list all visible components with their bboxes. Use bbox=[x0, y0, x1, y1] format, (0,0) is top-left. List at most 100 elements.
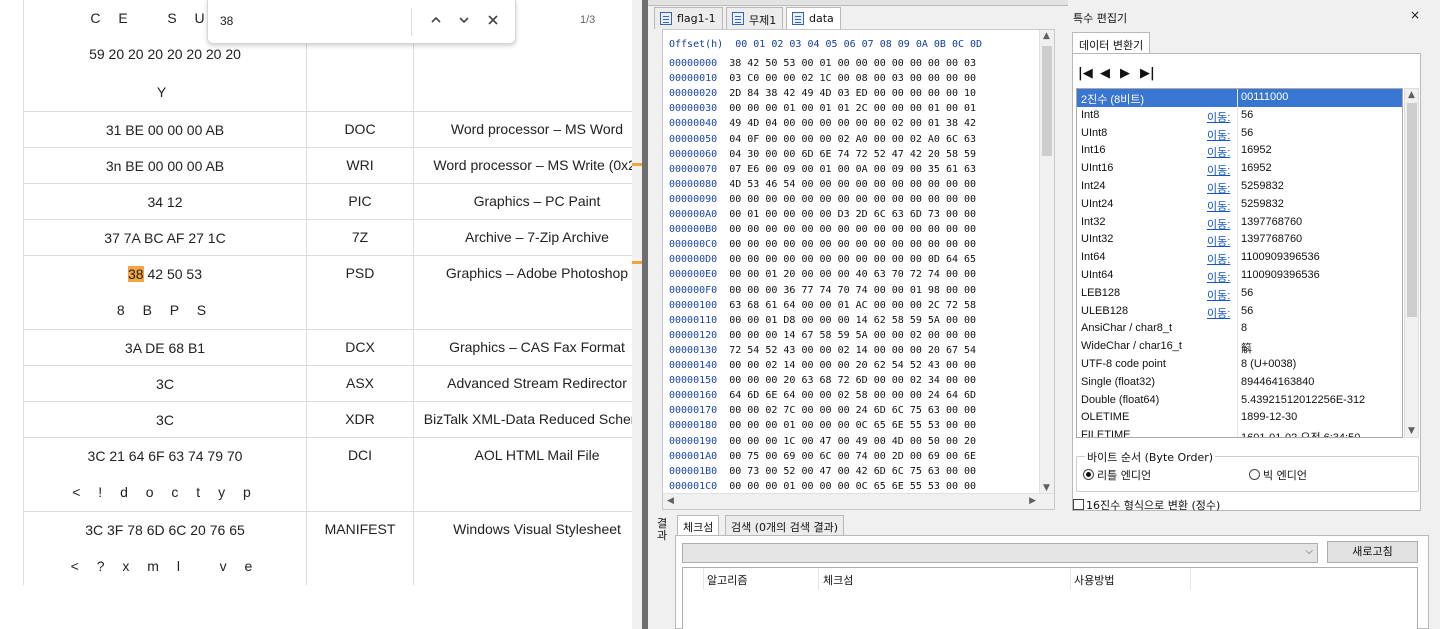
hex-bytes[interactable]: 00 00 00 00 00 00 00 00 00 00 00 00 00 0… bbox=[729, 239, 976, 250]
scroll-right-icon[interactable]: ▶ bbox=[1029, 496, 1036, 506]
tab-flag1-1[interactable]: flag1-1 bbox=[654, 7, 723, 29]
find-close-button[interactable] bbox=[482, 10, 504, 32]
first-icon[interactable]: |◀ bbox=[1078, 66, 1093, 81]
scroll-down-icon[interactable]: ▼ bbox=[1043, 483, 1050, 493]
column-header-checksum[interactable]: 체크섬 bbox=[823, 572, 853, 588]
inspector-row[interactable]: UInt32 이동: 1397768760 bbox=[1077, 231, 1402, 250]
tab-checksum[interactable]: 체크섬 bbox=[677, 515, 720, 536]
hex-bytes[interactable]: 00 00 00 20 63 68 72 6D 00 00 02 34 00 0… bbox=[729, 375, 976, 386]
inspector-row[interactable]: OLETIME 1899-12-30 bbox=[1077, 409, 1402, 428]
column-header-algorithm[interactable]: 알고리즘 bbox=[707, 572, 747, 588]
hex-bytes[interactable]: 38 42 50 53 00 01 00 00 00 00 00 00 00 0… bbox=[729, 58, 976, 69]
hex-bytes[interactable]: 04 0F 00 00 00 00 02 A0 00 00 02 A0 6C 6… bbox=[729, 134, 976, 145]
goto-link[interactable]: 이동: bbox=[1207, 198, 1230, 214]
checksum-select[interactable]: ⌵ bbox=[682, 543, 1318, 563]
hex-bytes[interactable]: 49 4D 04 00 00 00 00 00 00 02 00 01 38 4… bbox=[729, 118, 976, 129]
hex-bytes[interactable]: 00 00 00 01 00 00 00 0C 65 6E 55 53 00 0… bbox=[729, 420, 976, 431]
hex-bytes[interactable]: 04 30 00 00 6D 6E 74 72 52 47 42 20 58 5… bbox=[729, 149, 976, 160]
scroll-thumb[interactable] bbox=[1042, 46, 1052, 156]
goto-link[interactable]: 이동: bbox=[1207, 251, 1230, 267]
scroll-thumb[interactable] bbox=[1407, 103, 1417, 317]
hex-bytes[interactable]: 00 00 01 20 00 00 00 40 63 70 72 74 00 0… bbox=[729, 269, 976, 280]
hex-bytes[interactable]: 00 00 02 7C 00 00 00 24 6D 6C 75 63 00 0… bbox=[729, 405, 976, 416]
find-previous-button[interactable] bbox=[425, 10, 447, 32]
little-endian-radio[interactable]: 리틀 엔디언 bbox=[1083, 467, 1151, 483]
hex-bytes[interactable]: 00 75 00 69 00 6C 00 74 00 2D 00 69 00 6… bbox=[729, 451, 976, 462]
hex-bytes[interactable]: 00 00 00 00 00 00 00 00 00 00 00 00 00 0… bbox=[729, 194, 976, 205]
checksum-list[interactable]: 알고리즘 체크섬 사용방법 bbox=[682, 567, 1418, 629]
hex-bytes[interactable]: 63 68 61 64 00 00 01 AC 00 00 00 2C 72 5… bbox=[729, 300, 976, 311]
inspector-row[interactable]: UInt16 이동: 16952 bbox=[1077, 160, 1402, 179]
hex-view[interactable]: Offset(h) 00 01 02 03 04 05 06 07 08 09 … bbox=[662, 29, 1055, 510]
inspector-row[interactable]: UInt8 이동: 56 bbox=[1077, 124, 1402, 143]
big-endian-radio[interactable]: 빅 엔디언 bbox=[1249, 467, 1307, 483]
hex-bytes[interactable]: 00 00 00 00 00 00 00 00 00 00 00 0D 64 6… bbox=[729, 254, 976, 265]
hex-bytes[interactable]: 72 54 52 43 00 00 02 14 00 00 00 20 67 5… bbox=[729, 345, 976, 356]
panel-close-button[interactable]: × bbox=[1410, 8, 1420, 22]
goto-link[interactable]: 이동: bbox=[1207, 109, 1230, 125]
inspector-row[interactable]: Int16 이동: 16952 bbox=[1077, 142, 1402, 161]
hex-bytes[interactable]: 00 73 00 52 00 47 00 42 6D 6C 75 63 00 0… bbox=[729, 466, 976, 477]
find-input[interactable] bbox=[220, 12, 360, 30]
inspector-row[interactable]: Single (float32) 894464163840 bbox=[1077, 373, 1402, 392]
close-icon bbox=[488, 15, 498, 25]
hex-bytes[interactable]: 4D 53 46 54 00 00 00 00 00 00 00 00 00 0… bbox=[729, 179, 976, 190]
column-header-usage[interactable]: 사용방법 bbox=[1074, 572, 1114, 588]
hex-bytes[interactable]: 00 00 02 14 00 00 00 20 62 54 52 43 00 0… bbox=[729, 360, 976, 371]
goto-link[interactable]: 이동: bbox=[1207, 233, 1230, 249]
refresh-button[interactable]: 새로고침 bbox=[1327, 541, 1418, 563]
hex-bytes[interactable]: 00 00 00 14 67 58 59 5A 00 00 02 00 00 0… bbox=[729, 330, 976, 341]
previous-icon[interactable]: ◀ bbox=[1100, 66, 1110, 81]
goto-link[interactable]: 이동: bbox=[1207, 180, 1230, 196]
grid-scrollbar[interactable]: ▲ ▼ bbox=[1404, 88, 1419, 438]
scroll-down-icon[interactable]: ▼ bbox=[1408, 426, 1415, 436]
hex-bytes[interactable]: 07 E6 00 09 00 01 00 0A 00 09 00 35 61 6… bbox=[729, 164, 976, 175]
goto-link[interactable]: 이동: bbox=[1207, 305, 1230, 321]
inspector-row[interactable]: Int8 이동: 56 bbox=[1077, 106, 1402, 125]
hex-bytes[interactable]: 00 00 00 1C 00 47 00 49 00 4D 00 50 00 2… bbox=[729, 436, 976, 447]
inspector-row[interactable]: UTF-8 code point 8 (U+0038) bbox=[1077, 356, 1402, 374]
scroll-left-icon[interactable]: ◀ bbox=[667, 496, 674, 506]
hex-bytes[interactable]: 00 00 00 36 77 74 70 74 00 00 01 98 00 0… bbox=[729, 285, 976, 296]
goto-link[interactable]: 이동: bbox=[1207, 162, 1230, 178]
goto-link[interactable]: 이동: bbox=[1207, 216, 1230, 232]
inspector-row[interactable]: Int32 이동: 1397768760 bbox=[1077, 213, 1402, 232]
inspector-row[interactable]: 2진수 (8비트) 00111000 bbox=[1077, 89, 1402, 107]
inspector-row[interactable]: Int24 이동: 5259832 bbox=[1077, 178, 1402, 196]
inspector-row[interactable]: AnsiChar / char8_t 8 bbox=[1077, 320, 1402, 339]
inspector-row[interactable]: Double (float64) 5.43921512012256E-312 bbox=[1077, 391, 1402, 410]
find-next-button[interactable] bbox=[453, 10, 475, 32]
hex-bytes[interactable]: 03 C0 00 00 02 1C 00 08 00 03 00 00 00 0… bbox=[729, 73, 976, 84]
search-highlight: 38 bbox=[128, 266, 144, 282]
goto-link[interactable]: 이동: bbox=[1207, 127, 1230, 143]
inspector-row[interactable]: Int64 이동: 1100909396536 bbox=[1077, 249, 1402, 268]
page-scrollbar[interactable] bbox=[632, 0, 642, 629]
inspector-row[interactable]: LEB128 이동: 56 bbox=[1077, 284, 1402, 303]
last-icon[interactable]: ▶| bbox=[1140, 66, 1155, 81]
hex-vertical-scrollbar[interactable]: ▲ ▼ bbox=[1039, 30, 1054, 494]
inspector-row[interactable]: ULEB128 이동: 56 bbox=[1077, 302, 1402, 321]
hex-horizontal-scrollbar[interactable]: ◀ ▶ bbox=[663, 493, 1054, 509]
hex-bytes[interactable]: 00 00 00 01 00 00 00 0C 65 6E 55 53 00 0… bbox=[729, 481, 976, 492]
goto-link[interactable]: 이동: bbox=[1207, 269, 1230, 285]
hex-format-checkbox[interactable]: 16진수 형식으로 변환 (정수) bbox=[1073, 497, 1220, 513]
goto-link[interactable]: 이동: bbox=[1207, 287, 1230, 303]
inspector-row[interactable]: WideChar / char16_t 䈸 bbox=[1077, 338, 1402, 357]
tab-search[interactable]: 검색 (0개의 검색 결과) bbox=[725, 515, 845, 536]
tab-data[interactable]: data bbox=[786, 7, 841, 30]
hex-bytes[interactable]: 00 00 01 D8 00 00 00 14 62 58 59 5A 00 0… bbox=[729, 315, 976, 326]
tab-untitled1[interactable]: 무제1 bbox=[726, 7, 784, 29]
inspector-row[interactable]: UInt24 이동: 5259832 bbox=[1077, 195, 1402, 214]
scroll-up-icon[interactable]: ▲ bbox=[1043, 31, 1050, 41]
hex-bytes[interactable]: 64 6D 6E 64 00 00 02 58 00 00 00 24 64 6… bbox=[729, 390, 976, 401]
hex-bytes[interactable]: 00 00 00 01 00 01 01 2C 00 00 00 01 00 0… bbox=[729, 103, 976, 114]
scroll-up-icon[interactable]: ▲ bbox=[1408, 90, 1415, 100]
inspector-row[interactable]: UInt64 이동: 1100909396536 bbox=[1077, 267, 1402, 285]
tab-data-inspector[interactable]: 데이터 변환기 bbox=[1072, 32, 1151, 54]
hex-bytes[interactable]: 2D 84 38 42 49 4D 03 ED 00 00 00 00 00 1… bbox=[729, 88, 976, 99]
hex-bytes[interactable]: 00 01 00 00 00 00 D3 2D 6C 63 6D 73 00 0… bbox=[729, 209, 976, 220]
goto-link[interactable]: 이동: bbox=[1207, 144, 1230, 160]
hex-bytes[interactable]: 00 00 00 00 00 00 00 00 00 00 00 00 00 0… bbox=[729, 224, 976, 235]
next-icon[interactable]: ▶ bbox=[1120, 66, 1130, 81]
inspector-row[interactable]: FILETIME 1601-01-02 오전 6:34:50 bbox=[1077, 427, 1402, 437]
